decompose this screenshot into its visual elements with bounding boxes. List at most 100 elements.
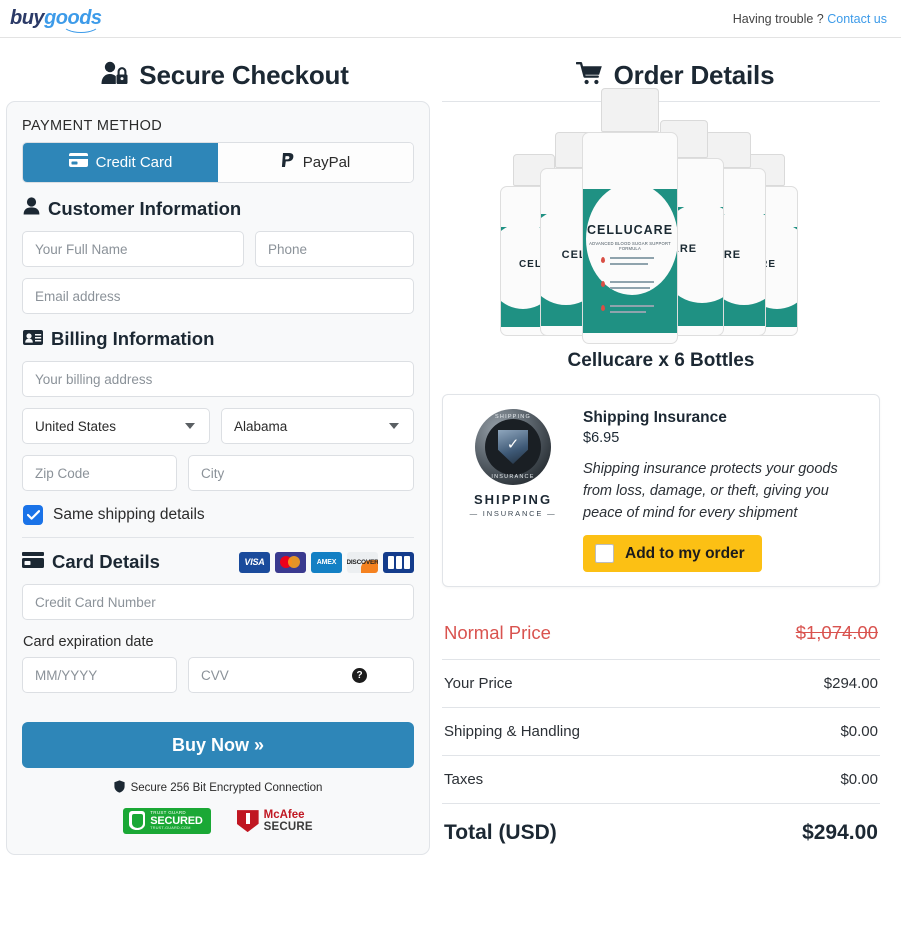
email-input[interactable]: Email address (22, 278, 414, 314)
ssl-text: Secure 256 Bit Encrypted Connection (130, 782, 323, 794)
same-shipping-checkbox[interactable] (23, 505, 43, 525)
trust-guard-badge-icon: TRUST GUARD SECURED TRUST-GUARD.COM (123, 808, 211, 835)
secure-checkout-heading: Secure Checkout (0, 60, 450, 91)
chevron-down-icon (389, 423, 399, 429)
add-to-order-checkbox[interactable] (595, 544, 614, 564)
customer-information-heading: Customer Information (23, 197, 414, 220)
your-price-label: Your Price (444, 675, 513, 693)
tab-credit-card[interactable]: Credit Card (23, 143, 218, 182)
seal-top-label: SHIPPING (495, 414, 531, 420)
country-select[interactable]: United States (22, 408, 210, 444)
add-to-my-order-button[interactable]: Add to my order (583, 535, 762, 573)
chevron-down-icon (185, 423, 195, 429)
shipping-insurance-details: Shipping Insurance $6.95 Shipping insura… (583, 409, 863, 573)
checkout-column: PAYMENT METHOD Credit Card PayPal Custom… (0, 91, 430, 856)
card-icon (22, 551, 44, 573)
trust-guard-shield-icon (129, 811, 146, 831)
cvv-input[interactable]: CVV ? (188, 657, 414, 693)
taxes-value: $0.00 (840, 771, 878, 789)
ssl-notice: Secure 256 Bit Encrypted Connection (22, 780, 414, 796)
credit-card-icon (68, 153, 88, 171)
shipping-insurance-seal-icon: SHIPPING ✓ INSURANCE (475, 409, 551, 485)
card-details-label: Card Details (52, 551, 160, 572)
id-card-icon (23, 328, 43, 350)
person-icon (23, 197, 40, 220)
state-select[interactable]: Alabama (221, 408, 414, 444)
tab-paypal[interactable]: PayPal (218, 143, 413, 182)
same-shipping-checkbox-row[interactable]: Same shipping details (23, 505, 414, 525)
city-input[interactable]: City (188, 455, 414, 491)
seal-inner: ✓ (485, 419, 541, 475)
normal-price-label: Normal Price (444, 622, 551, 644)
shipping-insurance-title: Shipping Insurance (583, 409, 727, 426)
order-totals: Normal Price $1,074.00 Your Price $294.0… (442, 607, 880, 860)
order-column: CELL ARE (430, 88, 880, 860)
amex-icon: AMEX (311, 551, 342, 573)
shipping-handling-value: $0.00 (840, 723, 878, 741)
state-select-value: Alabama (234, 418, 288, 434)
total-row-normal-price: Normal Price $1,074.00 (442, 607, 880, 661)
customer-information-label: Customer Information (48, 197, 242, 219)
billing-information-label: Billing Information (51, 328, 215, 349)
accepted-card-logos: VISA AMEX DISCOVER (239, 551, 414, 573)
taxes-label: Taxes (444, 771, 484, 789)
bottle-product-sub: ADVANCED BLOOD SUGAR SUPPORT FORMULA (589, 241, 671, 251)
same-shipping-label: Same shipping details (53, 506, 205, 523)
bottle-product-name: CELLUCARE (586, 223, 674, 237)
contact-us-link[interactable]: Contact us (827, 12, 887, 26)
card-expiration-label: Card expiration date (23, 634, 154, 650)
trust-guard-bottom-label: TRUST-GUARD.COM (150, 825, 191, 830)
card-number-row: Credit Card Number (22, 584, 414, 620)
card-details-heading: Card Details (22, 551, 160, 573)
bottle-front: CELLUCARE ADVANCED BLOOD SUGAR SUPPORT F… (582, 88, 678, 344)
seal-text-shipping: SHIPPING (473, 492, 553, 507)
visa-icon: VISA (239, 551, 270, 573)
card-number-input[interactable]: Credit Card Number (22, 584, 414, 620)
mcafee-label-2: SECURE (263, 821, 313, 834)
zip-code-input[interactable]: Zip Code (22, 455, 177, 491)
cvv-placeholder: CVV (201, 667, 229, 683)
buygoods-logo[interactable]: buy goods (10, 7, 102, 33)
seal-bottom-label: INSURANCE (491, 474, 535, 480)
billing-address-input[interactable]: Your billing address (22, 361, 414, 397)
product-title: Cellucare x 6 Bottles (567, 350, 755, 371)
shield-icon (113, 780, 125, 796)
grand-total-label: Total (USD) (444, 821, 557, 845)
shipping-insurance-seal: SHIPPING ✓ INSURANCE SHIPPING — INSURANC… (457, 409, 569, 572)
total-row-taxes: Taxes $0.00 (442, 756, 880, 805)
main-columns: PAYMENT METHOD Credit Card PayPal Custom… (0, 88, 901, 860)
zip-city-row: Zip Code City (22, 455, 414, 491)
checkout-card: PAYMENT METHOD Credit Card PayPal Custom… (6, 101, 430, 856)
discover-label: DISCOVER (347, 558, 378, 566)
cvv-help-icon[interactable]: ? (352, 667, 367, 683)
billing-information-heading: Billing Information (23, 328, 414, 350)
product-image: CELL ARE (442, 88, 880, 344)
logo-text-buy: buy (10, 7, 45, 29)
shipping-handling-label: Shipping & Handling (444, 723, 580, 741)
billing-address-row: Your billing address (22, 361, 414, 397)
mastercard-icon (275, 551, 306, 573)
full-name-input[interactable]: Your Full Name (22, 231, 244, 267)
tab-paypal-label: PayPal (302, 153, 351, 171)
jcb-icon (383, 551, 414, 573)
paypal-icon (281, 152, 295, 172)
tab-credit-card-label: Credit Card (95, 153, 173, 171)
card-expiry-input[interactable]: MM/YYYY (22, 657, 177, 693)
help-text: Having trouble ? Contact us (733, 12, 887, 26)
trust-guard-main-label: SECURED (150, 814, 203, 827)
phone-input[interactable]: Phone (255, 231, 414, 267)
product-area: CELL ARE (442, 88, 880, 376)
shipping-insurance-price: $6.95 (583, 430, 620, 446)
page-title-checkout: Secure Checkout (139, 60, 349, 90)
payment-method-tabs: Credit Card PayPal (22, 142, 414, 183)
email-row: Email address (22, 278, 414, 314)
shipping-insurance-box: SHIPPING ✓ INSURANCE SHIPPING — INSURANC… (442, 394, 880, 588)
mcafee-secure-badge-icon: McAfee SECURE (236, 809, 313, 834)
logo-swoosh-icon (62, 24, 100, 33)
mcafee-shield-icon (236, 810, 259, 833)
order-details-heading: Order Details (450, 60, 900, 91)
top-bar: buy goods Having trouble ? Contact us (0, 0, 901, 38)
card-details-header-row: Card Details VISA AMEX DISCOVER (22, 551, 414, 573)
page-title-order: Order Details (613, 60, 775, 90)
buy-now-button[interactable]: Buy Now » (22, 722, 414, 768)
